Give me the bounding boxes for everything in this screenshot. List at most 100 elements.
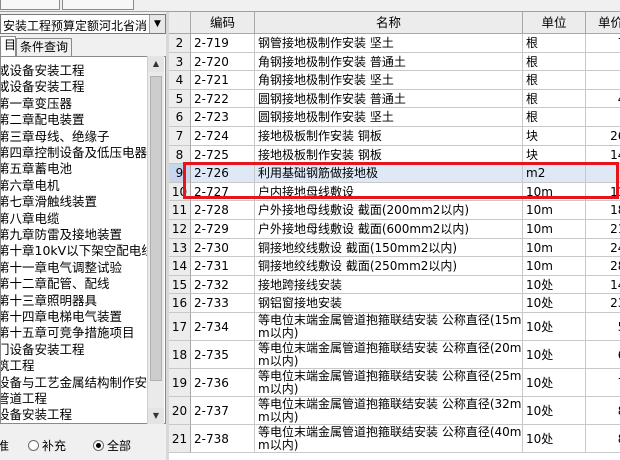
cell-name[interactable]: 钢铝窗接地安装 [255,294,523,313]
cell-unit[interactable]: m2 [523,164,586,183]
cell-price[interactable]: 185 [586,201,620,220]
table-row[interactable]: 112-728户外接地母线敷设 截面(200mm2以内)10m185 [169,201,620,220]
cell-code[interactable]: 2-733 [191,294,255,313]
row-number[interactable]: 3 [169,52,191,72]
table-row[interactable]: 212-738等电位末端金属管道抱箍联结安装 公称直径(40mm以内)10处85 [169,425,620,453]
cell-code[interactable]: 2-732 [191,275,255,295]
tree-item[interactable]: 第六章电机 [1,178,60,194]
row-number[interactable]: 14 [169,257,191,276]
row-number[interactable]: 8 [169,145,191,165]
tree-item[interactable]: 第四章控制设备及低压电器 [1,145,147,161]
row-number[interactable]: 6 [169,108,191,127]
cell-unit[interactable]: 10m [523,182,586,202]
cell-name[interactable]: 等电位末端金属管道抱箍联结安装 公称直径(15mm以内) [255,313,523,341]
cell-unit[interactable]: 根 [523,34,586,53]
row-number[interactable]: 10 [169,182,191,202]
cell-price[interactable]: 42 [586,90,620,109]
table-row[interactable]: 32-720角钢接地极制作安装 普通土根5 [169,52,620,72]
table-row[interactable]: 82-725接地极板制作安装 钢板块148 [169,145,620,165]
radio-supplement-dot[interactable] [28,440,39,451]
cell-name[interactable]: 角钢接地极制作安装 坚土 [255,71,523,90]
row-number[interactable]: 18 [169,341,191,369]
cell-name[interactable]: 接地极板制作安装 铜板 [255,127,523,146]
cell-unit[interactable]: 10处 [523,313,586,341]
cell-price[interactable]: 113 [586,183,620,202]
cell-code[interactable]: 2-721 [191,71,255,90]
cell-price[interactable]: 5 [586,53,620,72]
cell-name[interactable]: 角钢接地极制作安装 普通土 [255,52,523,72]
table-row[interactable]: 9 2-726 利用基础钢筋做接地极 m2 [169,164,620,183]
cell-unit[interactable]: 根 [523,52,586,72]
table-row[interactable]: 72-724接地极板制作安装 铜板块261 [169,127,620,146]
cell-price[interactable]: 85 [586,425,620,453]
tree-item[interactable]: 门设备安装工程 [1,342,85,358]
cell-name[interactable]: 铜接地绞线敷设 截面(250mm2以内) [255,257,523,276]
tree-scrollbar[interactable]: ▲ ▼ [147,56,164,424]
row-number[interactable]: 4 [169,71,191,90]
cell-code[interactable]: 2-723 [191,108,255,127]
cell-price[interactable] [586,164,620,183]
cell-code[interactable]: 2-724 [191,127,255,146]
cell-name[interactable]: 圆钢接地极制作安装 普通土 [255,89,523,109]
cell-code[interactable]: 2-729 [191,220,255,239]
row-number[interactable]: 20 [169,397,191,425]
table-row[interactable]: 122-729户外接地母线敷设 截面(600mm2以内)10m211 [169,220,620,239]
tree-item[interactable]: 或设备安装工程 [1,79,85,95]
header-name[interactable]: 名称 [255,12,523,34]
cell-unit[interactable]: 10m [523,238,586,258]
cell-unit[interactable]: 块 [523,145,586,165]
radio-all-dot[interactable] [93,440,104,451]
cell-code[interactable]: 2-735 [191,341,255,369]
scroll-up-icon[interactable]: ▲ [148,56,164,72]
cell-unit[interactable]: 10m [523,220,586,239]
table-row[interactable]: 62-723圆钢接地极制作安装 坚土根4 [169,108,620,127]
cell-price[interactable]: 211 [586,220,620,239]
header-price[interactable]: 单价 [586,12,620,34]
chevron-down-icon[interactable]: ▼ [149,15,165,33]
cell-price[interactable]: 261 [586,127,620,146]
row-number[interactable]: 2 [169,34,191,53]
table-row[interactable]: 172-734等电位末端金属管道抱箍联结安装 公称直径(15mm以内)10处58 [169,313,620,341]
header-unit[interactable]: 单位 [523,12,586,34]
cell-unit[interactable]: 10处 [523,369,586,397]
table-row[interactable]: 52-722圆钢接地极制作安装 普通土根42 [169,89,620,109]
cell-unit[interactable]: 根 [523,71,586,90]
row-number[interactable]: 11 [169,201,191,220]
cell-unit[interactable]: 根 [523,89,586,109]
table-row[interactable]: 102-727户内接地母线敷设10m113 [169,182,620,202]
cell-name[interactable]: 等电位末端金属管道抱箍联结安装 公称直径(20mm以内) [255,341,523,369]
cell-code[interactable]: 2-725 [191,145,255,165]
cell-price[interactable]: 4 [586,108,620,127]
table-row[interactable]: 202-737等电位末端金属管道抱箍联结安装 公称直径(32mm以内)10处80 [169,397,620,425]
scroll-thumb[interactable] [150,76,162,381]
row-number[interactable]: 19 [169,369,191,397]
quota-library-select[interactable]: 安装工程预算定额河北省消 ▼ [0,14,166,34]
cell-code[interactable]: 2-731 [191,257,255,276]
radio-supplement[interactable]: 补充 [28,437,66,455]
cell-unit[interactable]: 10处 [523,397,586,425]
cell-name[interactable]: 等电位末端金属管道抱箍联结安装 公称直径(25mm以内) [255,369,523,397]
radio-all[interactable]: 全部 [93,437,131,455]
header-code[interactable]: 编码 [191,12,255,34]
table-row[interactable]: 182-735等电位末端金属管道抱箍联结安装 公称直径(20mm以内)10处63 [169,341,620,369]
row-number[interactable]: 17 [169,313,191,341]
cell-unit[interactable]: 10m [523,201,586,220]
cell-code[interactable]: 2-736 [191,369,255,397]
cell-name[interactable]: 圆钢接地极制作安装 坚土 [255,108,523,127]
cell-price[interactable]: 145 [586,276,620,295]
row-number[interactable]: 9 [169,164,191,183]
tree-item[interactable]: 管道工程 [1,391,47,407]
tree-item[interactable]: 第一章变压器 [1,96,72,112]
tree-item[interactable]: 第五章蓄电池 [1,161,72,177]
cell-name[interactable]: 接地极板制作安装 钢板 [255,145,523,165]
cell-code[interactable]: 2-737 [191,397,255,425]
tree-item[interactable]: 筑工程 [1,358,35,374]
table-row[interactable]: 152-732接地跨接线安装10处145 [169,275,620,295]
tab-chapter[interactable]: 目 [0,36,16,56]
cell-unit[interactable]: 块 [523,127,586,146]
toolbar-tab-right[interactable] [62,0,134,10]
cell-price[interactable]: 63 [586,341,620,369]
cell-code[interactable]: 2-720 [191,52,255,72]
cell-price[interactable]: 237 [586,294,620,313]
row-number[interactable]: 12 [169,220,191,239]
